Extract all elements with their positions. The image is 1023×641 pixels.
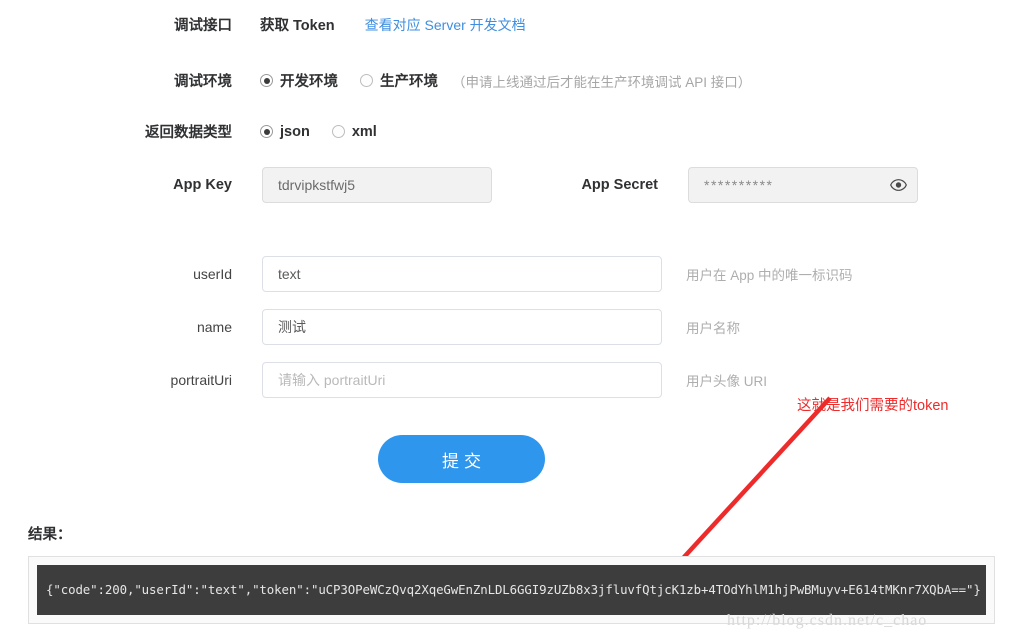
radio-dev-environment-label: 开发环境 [280,74,338,90]
environment-row: 调试环境 开发环境 生产环境 （申请上线通过后才能在生产环境调试 API 接口） [0,70,900,91]
userid-row: userId text 用户在 App 中的唯一标识码 [0,256,853,292]
portraituri-row: portraitUri 请输入 portraitUri 用户头像 URI [0,362,767,398]
userid-label: userId [193,266,232,282]
radio-dot-icon [260,125,273,138]
datatype-radio-group: json xml [260,124,399,140]
radio-xml-label: xml [351,123,377,140]
watermark: http://blog.csdn.net/c_chao [727,612,928,629]
name-hint: 用户名称 [686,321,740,336]
eye-icon[interactable] [890,179,907,192]
app-secret-row: App Secret ********** [570,167,918,203]
environment-radio-group: 开发环境 生产环境 （申请上线通过后才能在生产环境调试 API 接口） [260,70,751,91]
environment-hint: （申请上线通过后才能在生产环境调试 API 接口） [452,74,752,90]
radio-json[interactable]: json [260,124,310,140]
result-label: 结果： [28,527,72,543]
radio-dev-environment[interactable]: 开发环境 [260,70,338,91]
userid-input[interactable]: text [262,256,662,292]
server-doc-link[interactable]: 查看对应 Server 开发文档 [365,15,526,35]
radio-dot-icon [331,125,345,138]
app-key-label: App Key [173,177,232,193]
datatype-label: 返回数据类型 [145,125,232,141]
userid-hint: 用户在 App 中的唯一标识码 [686,268,853,283]
portraituri-hint: 用户头像 URI [686,374,767,389]
radio-dot-icon [260,74,273,87]
portraituri-input[interactable]: 请输入 portraitUri [262,362,662,398]
radio-json-label: json [280,123,310,140]
app-secret-label: App Secret [581,177,658,193]
app-secret-wrapper: ********** [688,167,918,203]
name-label: name [196,319,232,335]
portraituri-label: portraitUri [170,372,232,388]
name-input[interactable]: 测试 [262,309,662,345]
radio-dot-icon [360,74,373,87]
app-secret-input[interactable]: ********** [688,167,918,203]
interface-row: 调试接口 获取 Token 查看对应 Server 开发文档 [0,14,640,35]
debug-api-page: 调试接口 获取 Token 查看对应 Server 开发文档 调试环境 开发环境… [0,0,1023,641]
datatype-row: 返回数据类型 json xml [0,121,500,142]
annotation-label: 这就是我们需要的token [797,398,949,414]
radio-prod-environment[interactable]: 生产环境 [360,70,438,91]
result-code-output: {"code":200,"userId":"text","token":"uCP… [37,565,986,615]
radio-xml[interactable]: xml [331,123,377,140]
environment-label: 调试环境 [174,74,232,90]
name-row: name 测试 用户名称 [0,309,740,345]
submit-button[interactable]: 提交 [378,435,545,483]
app-key-input[interactable]: tdrvipkstfwj5 [262,167,492,203]
radio-prod-environment-label: 生产环境 [380,74,438,90]
interface-label: 调试接口 [174,18,232,34]
interface-value: 获取 Token [260,18,335,34]
app-key-row: App Key tdrvipkstfwj5 [0,167,492,203]
